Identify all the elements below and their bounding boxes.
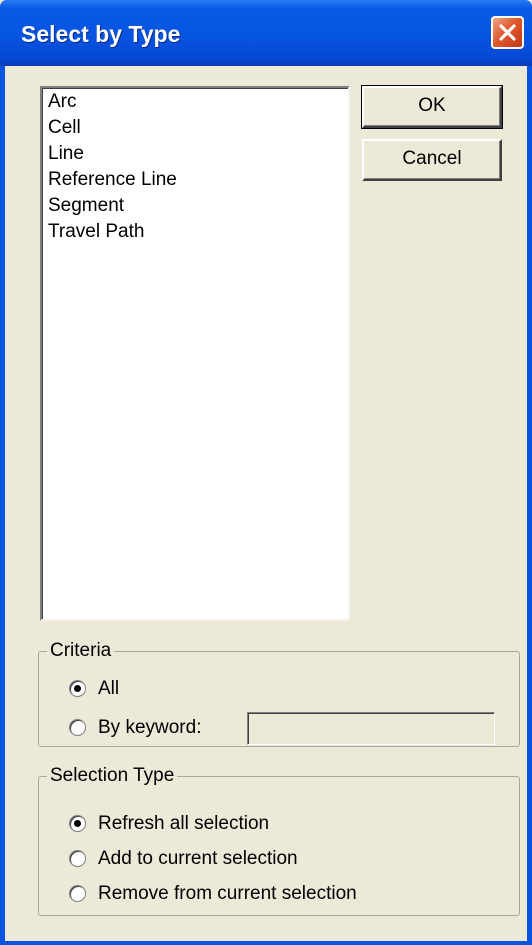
criteria-legend: Criteria xyxy=(47,639,115,663)
close-button[interactable] xyxy=(491,16,524,49)
close-x-icon xyxy=(499,24,516,41)
select-by-type-dialog: Select by Type Arc Cell Line Reference L… xyxy=(0,0,532,945)
criteria-keyword-radio[interactable] xyxy=(69,719,86,736)
add-selection-radio[interactable] xyxy=(69,850,86,867)
refresh-selection-label: Refresh all selection xyxy=(98,813,270,834)
list-item[interactable]: Reference Line xyxy=(48,167,348,193)
list-item[interactable]: Segment xyxy=(48,193,348,219)
keyword-input[interactable] xyxy=(247,712,495,745)
cancel-button[interactable]: Cancel xyxy=(362,139,502,181)
list-item[interactable]: Line xyxy=(48,141,348,167)
list-item[interactable]: Travel Path xyxy=(48,219,348,245)
ok-button[interactable]: OK xyxy=(361,85,503,129)
criteria-all-radio[interactable] xyxy=(69,680,86,697)
add-selection-label: Add to current selection xyxy=(98,848,298,869)
dialog-body: Arc Cell Line Reference Line Segment Tra… xyxy=(5,66,527,941)
remove-selection-radio[interactable] xyxy=(69,885,86,902)
window-title: Select by Type xyxy=(21,21,181,47)
selection-type-group: Selection Type Refresh all selection Add… xyxy=(38,764,520,916)
selection-type-legend: Selection Type xyxy=(47,764,178,788)
refresh-selection-radio[interactable] xyxy=(69,815,86,832)
criteria-all-label: All xyxy=(98,678,120,699)
criteria-group: Criteria All By keyword: xyxy=(38,639,520,747)
list-item[interactable]: Cell xyxy=(48,115,348,141)
criteria-keyword-label: By keyword: xyxy=(98,717,202,738)
list-item[interactable]: Arc xyxy=(48,89,348,115)
remove-selection-label: Remove from current selection xyxy=(98,883,357,904)
type-listbox[interactable]: Arc Cell Line Reference Line Segment Tra… xyxy=(40,86,350,621)
title-bar[interactable]: Select by Type xyxy=(0,0,532,66)
